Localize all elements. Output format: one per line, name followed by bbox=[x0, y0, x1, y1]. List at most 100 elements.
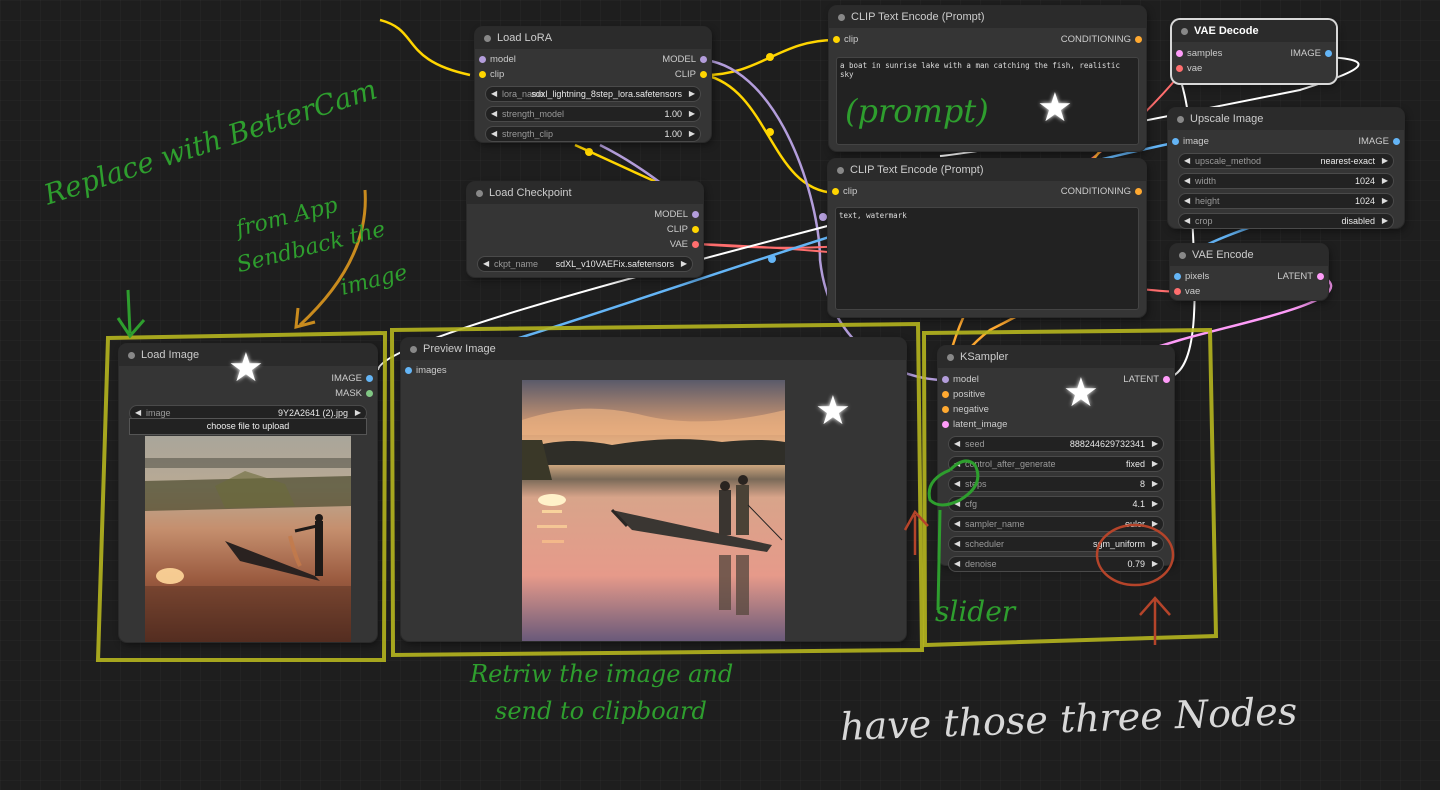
sampler-name-combo[interactable]: ◀ sampler_name euler ▶ bbox=[948, 516, 1164, 532]
arrow-right-icon[interactable]: ▶ bbox=[1152, 457, 1158, 471]
steps-number[interactable]: ◀ steps 8 ▶ bbox=[948, 476, 1164, 492]
arrow-right-icon[interactable]: ▶ bbox=[1152, 557, 1158, 571]
arrow-left-icon[interactable]: ◀ bbox=[483, 257, 489, 271]
arrow-right-icon[interactable]: ▶ bbox=[1382, 194, 1388, 208]
prompt-textarea[interactable]: a boat in sunrise lake with a man catchi… bbox=[836, 57, 1139, 145]
arrow-right-icon[interactable]: ▶ bbox=[1152, 537, 1158, 551]
arrow-left-icon[interactable]: ◀ bbox=[954, 537, 960, 551]
clip-input-slot[interactable] bbox=[833, 36, 840, 43]
image-output-slot[interactable] bbox=[1393, 138, 1400, 145]
model-output-slot[interactable] bbox=[700, 56, 707, 63]
lora-name-combo[interactable]: ◀ lora_name sdxl_lightning_8step_lora.sa… bbox=[485, 86, 701, 102]
node-title[interactable]: CLIP Text Encode (Prompt) bbox=[828, 159, 1146, 181]
clip-input-slot[interactable] bbox=[479, 71, 486, 78]
arrow-left-icon[interactable]: ◀ bbox=[954, 557, 960, 571]
width-number[interactable]: ◀ width 1024 ▶ bbox=[1178, 173, 1394, 189]
arrow-right-icon[interactable]: ▶ bbox=[1152, 497, 1158, 511]
arrow-right-icon[interactable]: ▶ bbox=[1382, 214, 1388, 228]
clip-output-slot[interactable] bbox=[700, 71, 707, 78]
seed-number[interactable]: ◀ seed 888244629732341 ▶ bbox=[948, 436, 1164, 452]
negative-input-slot[interactable] bbox=[942, 406, 949, 413]
image-input-slot[interactable] bbox=[1172, 138, 1179, 145]
arrow-left-icon[interactable]: ◀ bbox=[1184, 154, 1190, 168]
annotation-retrieve-line1: Retriw the image and bbox=[470, 660, 734, 688]
arrow-left-icon[interactable]: ◀ bbox=[954, 437, 960, 451]
choose-file-button[interactable]: choose file to upload bbox=[129, 418, 367, 435]
vae-input-slot[interactable] bbox=[1176, 65, 1183, 72]
widget-value: 888244629732341 bbox=[1069, 439, 1145, 449]
arrow-left-icon[interactable]: ◀ bbox=[1184, 214, 1190, 228]
strength-clip-number[interactable]: ◀ strength_clip 1.00 ▶ bbox=[485, 126, 701, 142]
node-title[interactable]: Load LoRA bbox=[475, 27, 711, 49]
height-number[interactable]: ◀ height 1024 ▶ bbox=[1178, 193, 1394, 209]
node-title[interactable]: Upscale Image bbox=[1168, 108, 1404, 130]
upscale-method-combo[interactable]: ◀ upscale_method nearest-exact ▶ bbox=[1178, 153, 1394, 169]
load-lora-node[interactable]: Load LoRA model MODEL clip CLIP ◀ lora_n… bbox=[475, 27, 711, 142]
model-input-slot[interactable] bbox=[479, 56, 486, 63]
node-title[interactable]: VAE Decode bbox=[1172, 20, 1336, 42]
images-input-slot[interactable] bbox=[405, 367, 412, 374]
widget-value: 0.79 bbox=[1127, 559, 1145, 569]
model-input-slot[interactable] bbox=[942, 376, 949, 383]
control-after-generate-combo[interactable]: ◀ control_after_generate fixed ▶ bbox=[948, 456, 1164, 472]
arrow-left-icon[interactable]: ◀ bbox=[954, 497, 960, 511]
arrow-right-icon[interactable]: ▶ bbox=[689, 127, 695, 141]
node-title[interactable]: Load Checkpoint bbox=[467, 182, 703, 204]
arrow-left-icon[interactable]: ◀ bbox=[954, 457, 960, 471]
arrow-left-icon[interactable]: ◀ bbox=[954, 517, 960, 531]
image-output-slot[interactable] bbox=[1325, 50, 1332, 57]
crop-combo[interactable]: ◀ crop disabled ▶ bbox=[1178, 213, 1394, 229]
annotation-image-word: image bbox=[337, 260, 411, 301]
model-output-slot[interactable] bbox=[692, 211, 699, 218]
clip-input-slot[interactable] bbox=[832, 188, 839, 195]
conditioning-output-slot[interactable] bbox=[1135, 36, 1142, 43]
node-title[interactable]: VAE Encode bbox=[1170, 244, 1328, 266]
upscale-image-node[interactable]: Upscale Image image IMAGE ◀ upscale_meth… bbox=[1168, 108, 1404, 229]
negative-prompt-textarea[interactable]: text, watermark bbox=[835, 207, 1139, 310]
clip-text-encode-negative-node[interactable]: CLIP Text Encode (Prompt) clip CONDITION… bbox=[828, 159, 1146, 317]
node-title[interactable]: CLIP Text Encode (Prompt) bbox=[829, 6, 1146, 28]
arrow-right-icon[interactable]: ▶ bbox=[689, 107, 695, 121]
scheduler-combo[interactable]: ◀ scheduler sgm_uniform ▶ bbox=[948, 536, 1164, 552]
ksampler-node[interactable]: KSampler model LATENT positive negative … bbox=[938, 346, 1174, 572]
arrow-left-icon[interactable]: ◀ bbox=[491, 87, 497, 101]
arrow-left-icon[interactable]: ◀ bbox=[1184, 174, 1190, 188]
latent-output-slot[interactable] bbox=[1163, 376, 1170, 383]
mask-output-slot[interactable] bbox=[366, 390, 373, 397]
image-output-slot[interactable] bbox=[366, 375, 373, 382]
conditioning-output-slot[interactable] bbox=[1135, 188, 1142, 195]
load-checkpoint-node[interactable]: Load Checkpoint MODEL CLIP VAE ◀ ckpt_na… bbox=[467, 182, 703, 277]
arrow-right-icon[interactable]: ▶ bbox=[1152, 477, 1158, 491]
arrow-left-icon[interactable]: ◀ bbox=[491, 127, 497, 141]
positive-input-slot[interactable] bbox=[942, 391, 949, 398]
clip-text-encode-positive-node[interactable]: CLIP Text Encode (Prompt) clip CONDITION… bbox=[829, 6, 1146, 151]
latent-image-input-slot[interactable] bbox=[942, 421, 949, 428]
vae-encode-node[interactable]: VAE Encode pixels LATENT vae bbox=[1170, 244, 1328, 300]
arrow-left-icon[interactable]: ◀ bbox=[491, 107, 497, 121]
ckpt-name-combo[interactable]: ◀ ckpt_name sdXL_v10VAEFix.safetensors ▶ bbox=[477, 256, 693, 272]
node-title[interactable]: Preview Image bbox=[401, 338, 906, 360]
cfg-number[interactable]: ◀ cfg 4.1 ▶ bbox=[948, 496, 1164, 512]
vae-decode-node[interactable]: VAE Decode samples IMAGE vae bbox=[1172, 20, 1336, 83]
samples-input-slot[interactable] bbox=[1176, 50, 1183, 57]
arrow-right-icon[interactable]: ▶ bbox=[1382, 154, 1388, 168]
slot-label: vae bbox=[1187, 63, 1203, 74]
preview-image-node[interactable]: Preview Image images bbox=[401, 338, 906, 641]
vae-input-slot[interactable] bbox=[1174, 288, 1181, 295]
arrow-right-icon[interactable]: ▶ bbox=[1382, 174, 1388, 188]
arrow-right-icon[interactable]: ▶ bbox=[1152, 517, 1158, 531]
pixels-input-slot[interactable] bbox=[1174, 273, 1181, 280]
arrow-right-icon[interactable]: ▶ bbox=[1152, 437, 1158, 451]
arrow-left-icon[interactable]: ◀ bbox=[1184, 194, 1190, 208]
clip-output-slot[interactable] bbox=[692, 226, 699, 233]
strength-model-number[interactable]: ◀ strength_model 1.00 ▶ bbox=[485, 106, 701, 122]
arrow-right-icon[interactable]: ▶ bbox=[689, 87, 695, 101]
vae-output-slot[interactable] bbox=[692, 241, 699, 248]
slot-label: VAE bbox=[669, 239, 688, 250]
latent-output-slot[interactable] bbox=[1317, 273, 1324, 280]
arrow-right-icon[interactable]: ▶ bbox=[681, 257, 687, 271]
denoise-number[interactable]: ◀ denoise 0.79 ▶ bbox=[948, 556, 1164, 572]
widget-label: ckpt_name bbox=[494, 259, 539, 269]
node-title[interactable]: KSampler bbox=[938, 346, 1174, 368]
arrow-left-icon[interactable]: ◀ bbox=[954, 477, 960, 491]
